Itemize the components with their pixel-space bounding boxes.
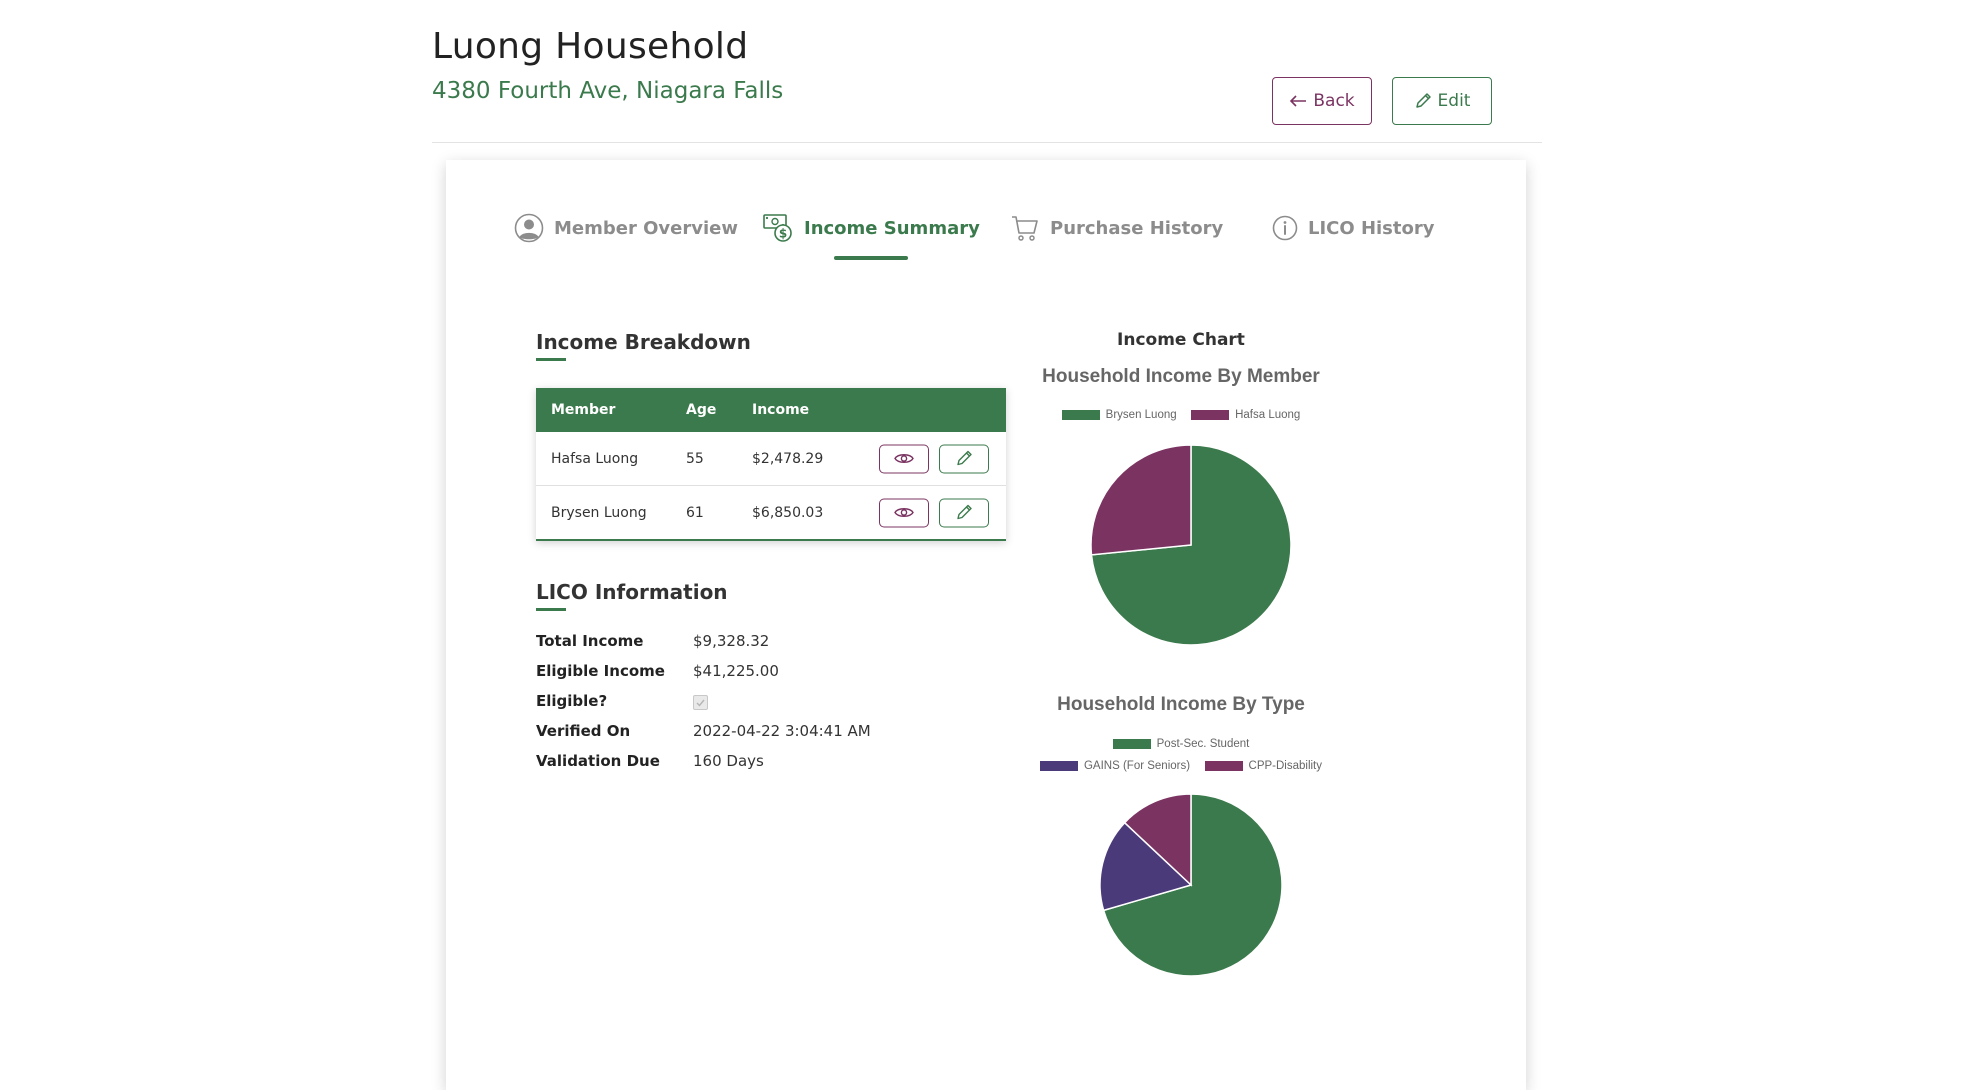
- member-name: Brysen Luong: [551, 504, 647, 521]
- member-income: $6,850.03: [752, 504, 824, 521]
- view-member-button[interactable]: [879, 444, 929, 473]
- eligible-income-label: Eligible Income: [536, 662, 665, 680]
- legend-item: Post-Sec. Student: [1112, 738, 1250, 750]
- pencil-icon: [1415, 93, 1431, 108]
- tab-lico-history[interactable]: LICO History: [1272, 208, 1434, 248]
- table-row: Hafsa Luong 55 $2,478.29: [536, 432, 1006, 485]
- chart-title-by-member: Household Income By Member: [1042, 366, 1320, 387]
- edit-button[interactable]: Edit: [1392, 77, 1492, 125]
- tab-lico-history-label: LICO History: [1308, 217, 1435, 239]
- legend-label: Hafsa Luong: [1235, 409, 1301, 421]
- income-chart-heading: Income Chart: [1117, 330, 1245, 350]
- legend-item: CPP-Disability: [1204, 760, 1323, 772]
- arrow-left-icon: [1290, 95, 1307, 107]
- view-member-button[interactable]: [879, 498, 929, 527]
- income-breakdown-title: Income Breakdown: [536, 330, 751, 354]
- chart-title-by-type: Household Income By Type: [1057, 694, 1305, 715]
- back-button-label: Back: [1313, 91, 1355, 111]
- eligible-income-value: $41,225.00: [693, 662, 779, 680]
- user-circle-icon: [514, 213, 544, 243]
- legend-label: Post-Sec. Student: [1156, 738, 1250, 750]
- check-icon: [696, 699, 705, 707]
- edit-member-button[interactable]: [939, 498, 989, 527]
- member-name: Hafsa Luong: [551, 450, 639, 467]
- eligible-checkbox: [693, 695, 708, 710]
- member-age: 61: [686, 504, 704, 521]
- legend-swatch: [1204, 761, 1243, 771]
- eye-icon: [894, 454, 914, 463]
- legend-swatch: [1039, 761, 1078, 771]
- section-underline: [536, 608, 566, 611]
- table-header: Member Age Income: [536, 388, 1006, 432]
- legend-item: Hafsa Luong: [1191, 409, 1300, 421]
- pie-chart-by-member: [1090, 444, 1292, 646]
- chart-legend-by-member: Brysen Luong Hafsa Luong: [946, 407, 1416, 425]
- svg-text:$: $: [779, 227, 787, 241]
- column-header-income: Income: [752, 402, 810, 418]
- page-header: Luong Household 4380 Fourth Ave, Niagara…: [432, 0, 1542, 143]
- legend-label: Brysen Luong: [1105, 409, 1177, 421]
- tab-income-summary[interactable]: $ Income Summary: [762, 208, 980, 248]
- column-header-age: Age: [686, 402, 717, 418]
- eligible-label: Eligible?: [536, 692, 608, 710]
- pie-chart-by-type: [1099, 793, 1283, 977]
- household-card: Member Overview $ Income Summary Purchas…: [446, 160, 1526, 1090]
- total-income-value: $9,328.32: [693, 632, 770, 650]
- chart-legend-by-type-row2: GAINS (For Seniors) CPP-Disability: [946, 758, 1416, 776]
- household-title: Luong Household: [432, 26, 749, 67]
- validation-due-value: 160 Days: [693, 752, 764, 770]
- edit-button-label: Edit: [1437, 91, 1471, 111]
- legend-label: GAINS (For Seniors): [1083, 760, 1191, 772]
- active-tab-indicator: [834, 256, 908, 260]
- section-underline: [536, 358, 566, 361]
- member-income: $2,478.29: [752, 450, 824, 467]
- legend-swatch: [1061, 410, 1100, 420]
- legend-swatch: [1112, 739, 1151, 749]
- tab-member-overview-label: Member Overview: [554, 217, 738, 239]
- household-address: 4380 Fourth Ave, Niagara Falls: [432, 78, 784, 104]
- income-table: Member Age Income Hafsa Luong 55 $2,478.…: [536, 388, 1006, 541]
- verified-on-value: 2022-04-22 3:04:41 AM: [693, 722, 871, 740]
- cart-icon: [1012, 216, 1038, 241]
- eye-icon: [894, 508, 914, 517]
- legend-swatch: [1191, 410, 1230, 420]
- member-age: 55: [686, 450, 704, 467]
- tab-income-summary-label: Income Summary: [804, 217, 980, 239]
- info-icon: [1272, 215, 1298, 241]
- legend-item: Brysen Luong: [1061, 409, 1177, 421]
- verified-on-label: Verified On: [536, 722, 631, 740]
- validation-due-label: Validation Due: [536, 752, 660, 770]
- money-icon: $: [763, 214, 792, 242]
- chart-legend-by-type-row1: Post-Sec. Student: [946, 736, 1416, 754]
- lico-information-title: LICO Information: [536, 580, 728, 604]
- table-row: Brysen Luong 61 $6,850.03: [536, 485, 1006, 539]
- edit-member-button[interactable]: [939, 444, 989, 473]
- tab-member-overview[interactable]: Member Overview: [514, 208, 738, 248]
- pencil-icon: [957, 450, 972, 466]
- back-button[interactable]: Back: [1272, 77, 1372, 125]
- total-income-label: Total Income: [536, 632, 644, 650]
- pie-slice-hafsa-luong: [1090, 444, 1192, 556]
- legend-item: GAINS (For Seniors): [1039, 760, 1191, 772]
- pencil-icon: [957, 504, 972, 520]
- tab-purchase-history-label: Purchase History: [1050, 217, 1224, 239]
- column-header-member: Member: [551, 402, 616, 418]
- legend-label: CPP-Disability: [1248, 760, 1323, 772]
- tab-purchase-history[interactable]: Purchase History: [1010, 208, 1223, 248]
